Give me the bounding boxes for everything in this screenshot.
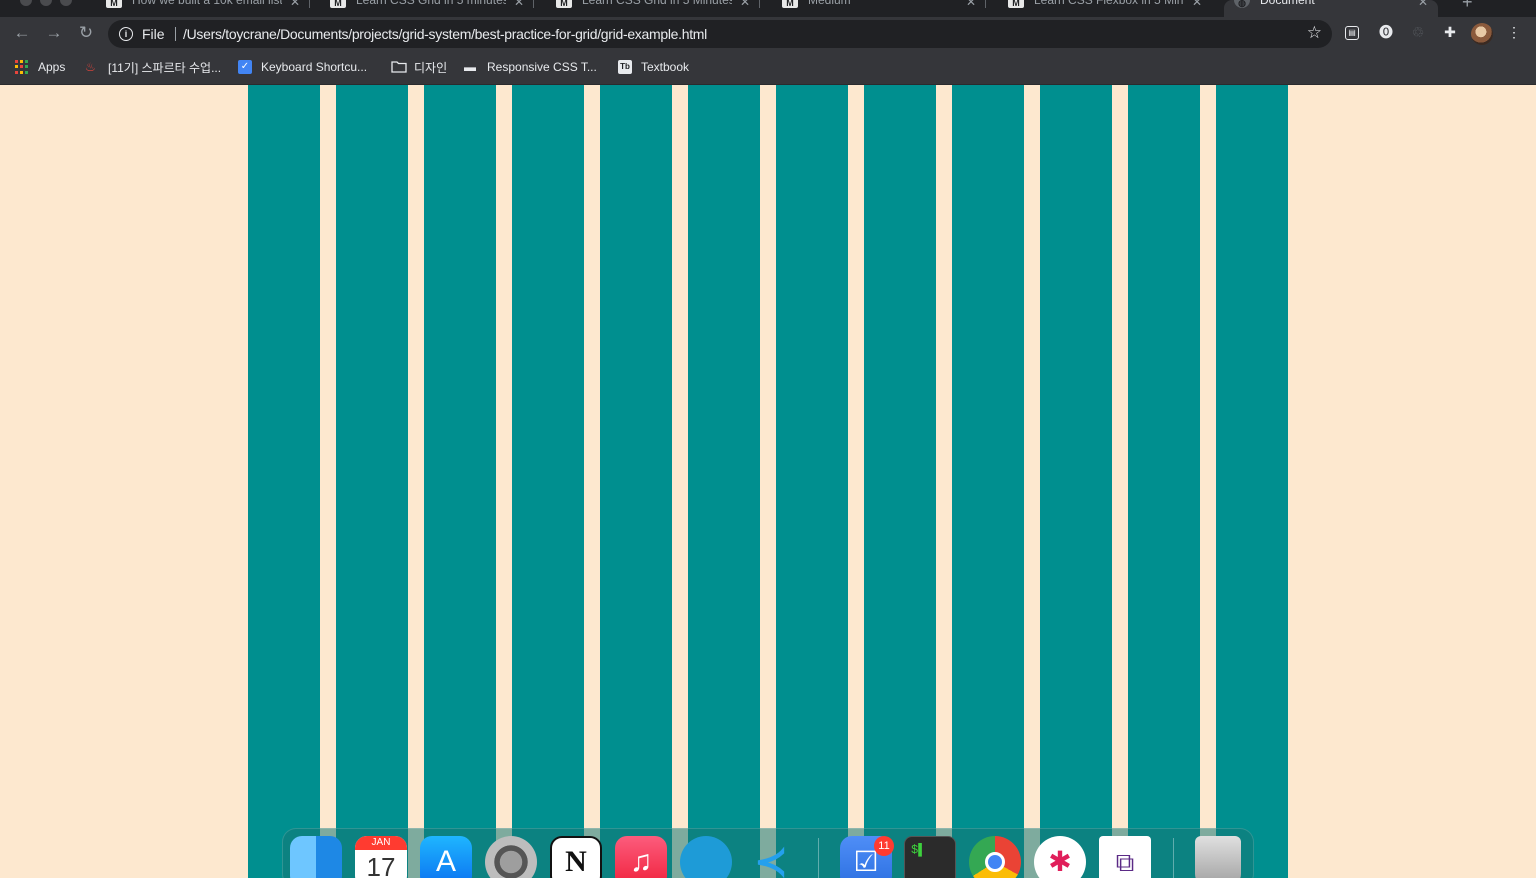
tab-document[interactable]: ◍ Document ✕ xyxy=(1224,0,1438,17)
tab-divider xyxy=(985,0,986,8)
address-bar[interactable]: i File /Users/toycrane/Documents/project… xyxy=(108,20,1332,48)
tab-title: How we built a 10k email list xyxy=(132,0,282,7)
url-text[interactable]: /Users/toycrane/Documents/projects/grid-… xyxy=(183,26,707,42)
grid-column xyxy=(248,85,320,878)
tab-strip: M How we built a 10k email list ✕ M Lear… xyxy=(0,0,1536,17)
tab-title: Medium xyxy=(808,0,851,7)
info-icon[interactable]: i xyxy=(119,27,133,41)
tab-divider xyxy=(759,0,760,8)
zoom-window-button[interactable] xyxy=(60,0,72,6)
medium-favicon-icon: M xyxy=(106,0,122,8)
password-manager-icon[interactable]: ⓿ xyxy=(1377,23,1395,41)
grid-column xyxy=(776,85,848,878)
medium-favicon-icon: M xyxy=(782,0,798,8)
close-window-button[interactable] xyxy=(20,0,32,6)
back-arrow-icon[interactable]: ← xyxy=(10,21,34,45)
chrome-center-icon xyxy=(985,852,1005,872)
grid-column xyxy=(1216,85,1288,878)
bookmark-sparta[interactable]: ♨ [11기] 스파르타 수업... xyxy=(85,58,221,76)
folder-icon xyxy=(391,60,407,74)
grid-column xyxy=(864,85,936,878)
close-tab-icon[interactable]: ✕ xyxy=(1192,0,1202,9)
bookmark-label: Responsive CSS T... xyxy=(487,60,597,74)
bookmark-textbook[interactable]: Tb Textbook xyxy=(618,58,689,76)
calendar-icon[interactable]: JAN 17 xyxy=(355,836,407,878)
bookmark-star-icon[interactable]: ☆ xyxy=(1307,23,1322,43)
notification-badge: 11 xyxy=(874,836,894,856)
close-tab-icon[interactable]: ✕ xyxy=(514,0,524,9)
finder-icon[interactable] xyxy=(290,836,342,878)
bookmark-label: Keyboard Shortcu... xyxy=(261,60,368,74)
globe-favicon-icon: ◍ xyxy=(1234,0,1250,8)
tab-css-flexbox[interactable]: M Learn CSS Flexbox in 5 Minutes ✕ xyxy=(998,0,1212,17)
bookmark-icon: ▬ xyxy=(464,60,476,74)
tab-divider xyxy=(309,0,310,8)
terminal-icon[interactable]: $▌ xyxy=(904,836,956,878)
bookmark-apps[interactable]: Apps xyxy=(15,58,65,76)
tab-title: Learn CSS Grid in 5 minutes xyxy=(356,0,506,7)
calendar-day: 17 xyxy=(366,852,396,878)
close-tab-icon[interactable]: ✕ xyxy=(740,0,750,9)
page-viewport xyxy=(0,85,1536,878)
tab-divider xyxy=(533,0,534,8)
vscode-icon[interactable]: ≺ xyxy=(745,836,797,878)
grid-column xyxy=(1040,85,1112,878)
music-icon[interactable]: ♫ xyxy=(615,836,667,878)
apps-grid-icon xyxy=(15,60,29,74)
bookmark-label: Textbook xyxy=(641,60,690,74)
tab-title: Document xyxy=(1260,0,1315,7)
grid-column xyxy=(1128,85,1200,878)
grid-column xyxy=(688,85,760,878)
tab-title: Learn CSS Flexbox in 5 Minutes xyxy=(1034,0,1184,7)
recycle-extension-icon[interactable]: ♲ xyxy=(1409,23,1427,41)
reader-extension-icon[interactable]: ▤ xyxy=(1345,26,1359,40)
menu-dots-icon[interactable]: ⋮ xyxy=(1505,23,1523,41)
grid-column xyxy=(600,85,672,878)
close-tab-icon[interactable]: ✕ xyxy=(290,0,300,9)
forward-arrow-icon[interactable]: → xyxy=(42,21,66,45)
textbook-icon: Tb xyxy=(618,60,632,74)
trash-icon[interactable] xyxy=(1195,836,1241,878)
bookmark-label: [11기] 스파르타 수업... xyxy=(108,60,222,75)
close-tab-icon[interactable]: ✕ xyxy=(966,0,976,9)
app-store-icon[interactable]: A xyxy=(420,836,472,878)
extensions-puzzle-icon[interactable]: ✚ xyxy=(1441,23,1459,41)
medium-favicon-icon: M xyxy=(1008,0,1024,8)
grid-column xyxy=(336,85,408,878)
checkbox-icon: ✓ xyxy=(238,60,252,74)
grid-column xyxy=(952,85,1024,878)
notion-icon[interactable]: N xyxy=(550,836,602,878)
minimize-window-button[interactable] xyxy=(40,0,52,6)
bookmark-label: 디자인 xyxy=(414,60,448,75)
medium-favicon-icon: M xyxy=(330,0,346,8)
medium-favicon-icon: M xyxy=(556,0,572,8)
url-scheme-label: File xyxy=(142,26,165,42)
bookmark-folder-design[interactable]: 디자인 xyxy=(391,58,447,76)
tab-css-grid-2[interactable]: M Learn CSS Grid in 5 Minutes ✕ xyxy=(546,0,760,17)
tab-email-list[interactable]: M How we built a 10k email list ✕ xyxy=(96,0,310,17)
grid-column xyxy=(424,85,496,878)
dock-separator xyxy=(1173,838,1174,878)
reload-icon[interactable]: ↻ xyxy=(74,21,98,45)
bookmarks-bar: Apps ♨ [11기] 스파르타 수업... ✓ Keyboard Short… xyxy=(0,51,1536,85)
dock-separator xyxy=(818,838,819,878)
grid-column xyxy=(512,85,584,878)
tab-title: Learn CSS Grid in 5 Minutes xyxy=(582,0,732,7)
screen-capture-icon[interactable]: ⧉ xyxy=(1099,836,1151,878)
calendar-month: JAN xyxy=(355,836,407,850)
tab-medium[interactable]: M Medium ✕ xyxy=(772,0,986,17)
bookmark-label: Apps xyxy=(38,60,66,74)
sparta-icon: ♨ xyxy=(85,60,96,74)
bookmark-responsive-css[interactable]: ▬ Responsive CSS T... xyxy=(464,58,597,76)
new-tab-icon[interactable]: + xyxy=(1462,0,1473,13)
close-tab-icon[interactable]: ✕ xyxy=(1418,0,1428,9)
grid-container xyxy=(248,85,1288,878)
url-divider xyxy=(175,27,176,41)
tab-css-grid-1[interactable]: M Learn CSS Grid in 5 minutes ✕ xyxy=(320,0,534,17)
browser-toolbar: ← → ↻ i File /Users/toycrane/Documents/p… xyxy=(0,17,1536,51)
profile-avatar[interactable] xyxy=(1471,23,1493,45)
bookmark-keyboard-shortcuts[interactable]: ✓ Keyboard Shortcu... xyxy=(238,58,367,76)
